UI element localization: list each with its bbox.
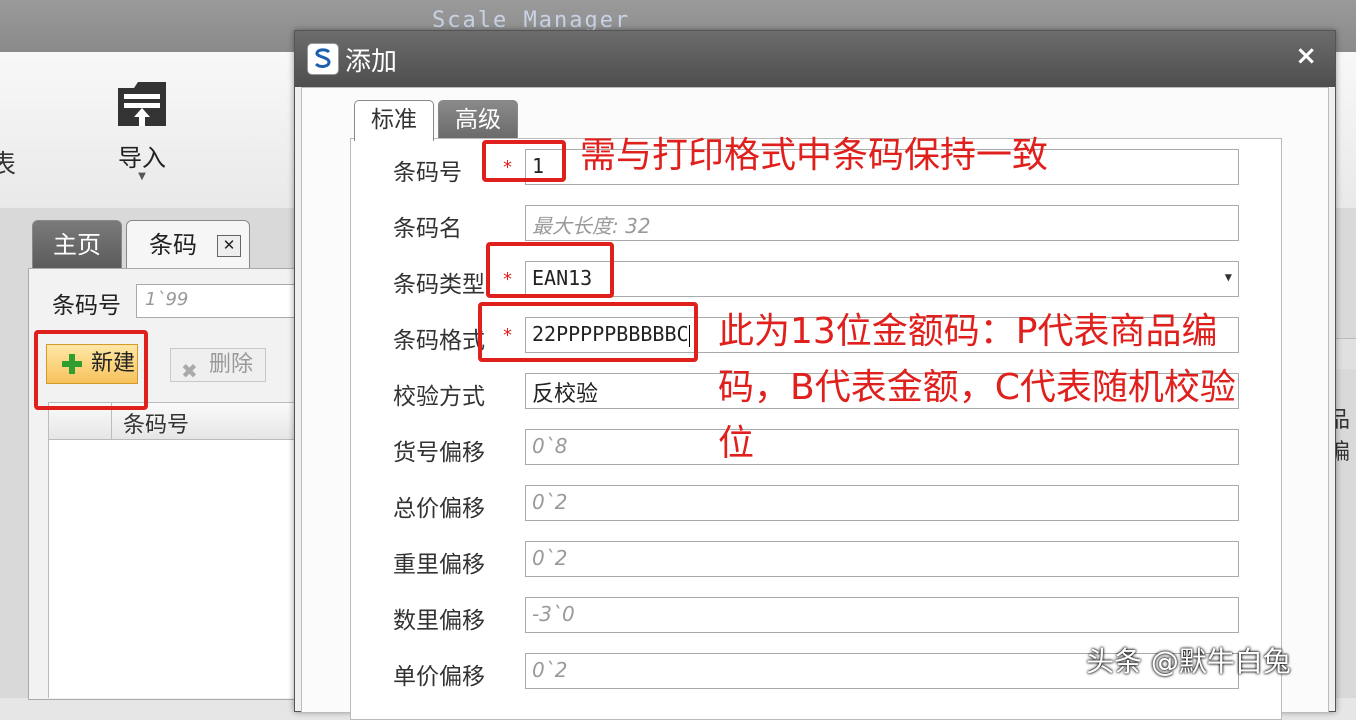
chevron-down-icon: ▼ bbox=[138, 171, 146, 182]
search-label: 条码号 bbox=[52, 293, 121, 319]
total-price-offset-input[interactable]: 0`2 bbox=[525, 485, 1239, 521]
field-label: 重里偏移 bbox=[393, 552, 485, 578]
annotation-format-line3: 位 bbox=[718, 423, 755, 464]
form-panel: 条码号 * 1 条码名 最大长度: 32 条码类型 * EAN13 ▼ 条码格式… bbox=[350, 138, 1282, 720]
chevron-down-icon[interactable]: ▼ bbox=[1225, 270, 1232, 284]
dialog-titlebar: 添加 × bbox=[295, 31, 1335, 87]
watermark: 头条 @默牛白兔 bbox=[1086, 645, 1291, 678]
close-icon[interactable]: ✕ bbox=[217, 235, 241, 257]
form-row-barcode-name: 条码名 最大长度: 32 bbox=[351, 205, 1281, 245]
field-label: 单价偏移 bbox=[393, 664, 485, 690]
annotation-format-line1: 此为13位金额码：P代表商品编 bbox=[718, 311, 1218, 352]
grid-body bbox=[48, 440, 297, 698]
highlight-barcode-type bbox=[486, 242, 614, 298]
field-label: 条码格式 bbox=[393, 328, 485, 354]
field-label: 条码号 bbox=[393, 160, 462, 186]
quantity-offset-input[interactable]: -3`0 bbox=[525, 597, 1239, 633]
delete-button[interactable]: ✖ 删除 bbox=[170, 348, 266, 383]
field-label: 校验方式 bbox=[393, 384, 485, 410]
form-row-weight-offset: 重里偏移 0`2 bbox=[351, 541, 1281, 581]
tab-home[interactable]: 主页 bbox=[32, 220, 122, 269]
dialog-title: 添加 bbox=[345, 47, 398, 77]
form-row-quantity-offset: 数里偏移 -3`0 bbox=[351, 597, 1281, 637]
import-label: 导入 bbox=[118, 144, 166, 172]
weight-offset-input[interactable]: 0`2 bbox=[525, 541, 1239, 577]
field-label: 货号偏移 bbox=[393, 440, 485, 466]
annotation-barcode-number: 需与打印格式中条码保持一致 bbox=[580, 135, 1049, 176]
column-barcode-header[interactable]: 条码号 bbox=[123, 407, 189, 439]
field-label: 数里偏移 bbox=[393, 608, 485, 634]
field-label: 条码类型 bbox=[393, 272, 485, 298]
close-icon[interactable]: × bbox=[1295, 41, 1317, 71]
tab-standard[interactable]: 标准 bbox=[354, 100, 434, 141]
import-button[interactable]: 导入 ▼ bbox=[104, 78, 180, 188]
field-label: 总价偏移 bbox=[393, 496, 485, 522]
ribbon-clipped-label: 表 bbox=[0, 150, 17, 180]
delete-button-label: 删除 bbox=[209, 352, 254, 377]
barcode-name-input[interactable]: 最大长度: 32 bbox=[525, 205, 1239, 241]
highlight-barcode-format bbox=[478, 302, 698, 362]
annotation-format-line2: 码，B代表金额，C代表随机校验 bbox=[718, 367, 1236, 408]
item-offset-input[interactable]: 0`8 bbox=[525, 429, 1239, 465]
tab-barcode[interactable]: 条码 ✕ bbox=[126, 220, 250, 268]
delete-icon: ✖ bbox=[181, 359, 198, 383]
field-label: 条码名 bbox=[393, 216, 462, 242]
tab-barcode-label: 条码 bbox=[149, 231, 197, 259]
import-icon bbox=[118, 82, 166, 126]
app-logo-icon bbox=[307, 43, 339, 75]
search-input[interactable]: 1`99 bbox=[136, 284, 296, 318]
highlight-new-button bbox=[34, 330, 148, 410]
barcode-type-select[interactable]: EAN13 ▼ bbox=[525, 261, 1239, 297]
highlight-barcode-number bbox=[482, 140, 566, 182]
form-row-item-offset: 货号偏移 0`8 bbox=[351, 429, 1281, 469]
form-row-total-price-offset: 总价偏移 0`2 bbox=[351, 485, 1281, 525]
tab-advanced[interactable]: 高级 bbox=[438, 100, 518, 139]
